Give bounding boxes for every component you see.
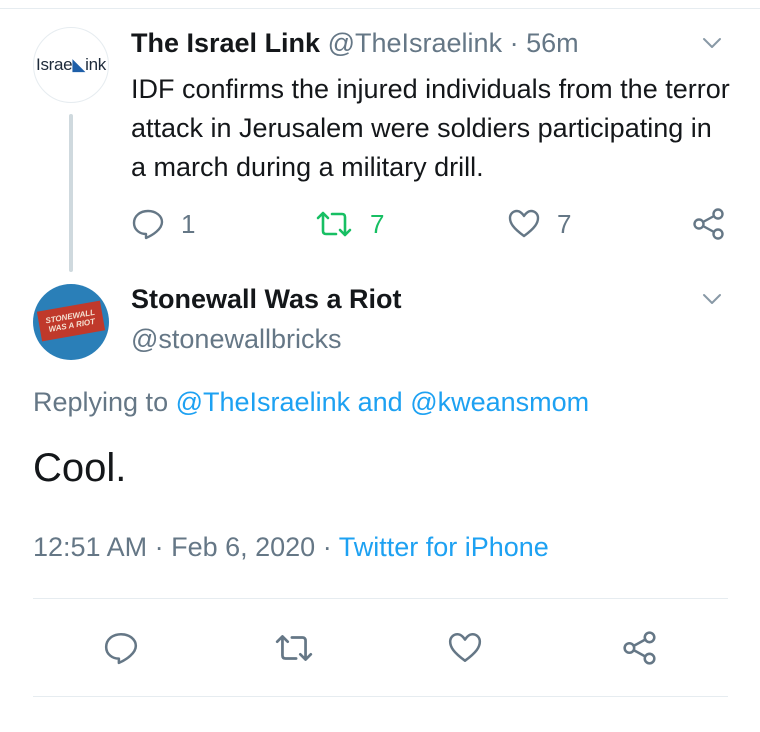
like-button[interactable] [447,630,483,666]
stonewall-brick-image: STONEWALL WAS A RIOT [36,300,106,342]
share-icon [693,208,724,240]
share-button[interactable] [692,207,726,241]
reply-button[interactable] [103,630,139,666]
parent-tweet[interactable]: Israe◣ink The Israel Link @TheIsraelink … [0,0,760,272]
retweet-icon [275,635,313,661]
reply-count: 1 [181,208,196,239]
mention-link[interactable]: @kweansmom [410,387,589,417]
tweet-timestamp[interactable]: 12:51 AM · Feb 6, 2020 [33,532,315,562]
retweet-icon [316,211,352,237]
retweet-button[interactable]: 7 [314,207,384,241]
display-name[interactable]: The Israel Link [131,28,320,58]
divider [33,598,728,599]
replying-to-line: Replying to @TheIsraelink and @kweansmom [33,387,589,418]
reply-icon [132,209,164,240]
tweet-text: IDF confirms the injured individuals fro… [131,74,730,182]
separator-dot: · [509,28,519,58]
tweet-text: Cool. [33,446,127,490]
tweet-header: The Israel Link @TheIsraelink · 56m [131,28,579,59]
display-name[interactable]: Stonewall Was a Riot [131,284,402,315]
mention-link[interactable]: @TheIsraelink [176,387,350,417]
heart-icon [508,209,540,238]
share-icon [623,631,656,665]
avatar[interactable]: Israe◣ink [33,27,109,103]
tweet-time[interactable]: 56m [526,28,579,58]
replying-and[interactable]: and [358,387,403,417]
divider [33,696,728,697]
chevron-down-icon[interactable] [701,32,723,54]
avatar[interactable]: STONEWALL WAS A RIOT [33,284,109,360]
like-button[interactable]: 7 [507,207,571,241]
reply-button[interactable]: 1 [131,207,195,241]
tweet-actions: 1 7 7 [0,205,760,245]
retweet-button[interactable] [273,630,315,666]
israel-link-logo: Israe◣ink [36,55,106,74]
replying-prefix: Replying to [33,387,169,417]
reply-icon [104,632,138,665]
like-count: 7 [557,208,572,239]
tweet-source[interactable]: Twitter for iPhone [339,532,549,562]
tweet-meta: 12:51 AM · Feb 6, 2020 · Twitter for iPh… [33,532,549,563]
chevron-down-icon[interactable] [701,288,723,310]
tweet-actions [0,628,760,668]
user-handle[interactable]: @TheIsraelink [328,28,502,58]
share-button[interactable] [622,630,658,666]
thread-connector-line [69,114,73,272]
retweet-count: 7 [370,208,385,239]
heart-icon [448,632,482,662]
user-handle[interactable]: @stonewallbricks [131,324,341,355]
separator-dot: · [322,532,332,562]
